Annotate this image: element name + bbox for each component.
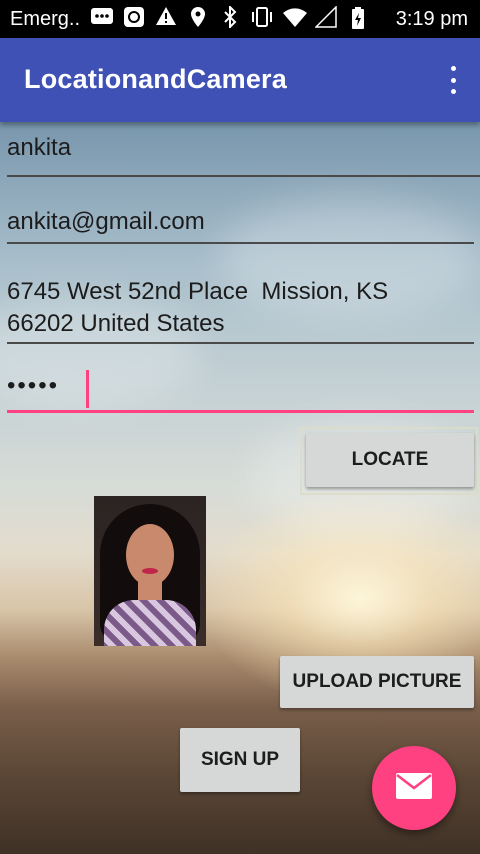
name-field-underline <box>7 175 480 177</box>
carrier-label: Emerg.. <box>10 8 81 30</box>
battery-icon <box>346 6 370 30</box>
profile-photo <box>94 496 206 646</box>
clock: 3:19 pm <box>395 8 468 30</box>
signal-icon <box>314 5 338 30</box>
email-field-underline <box>7 242 474 244</box>
password-field-underline <box>7 410 474 413</box>
name-field[interactable]: ankita <box>7 134 71 162</box>
password-field[interactable]: ••••• <box>7 372 59 400</box>
app-bar: LocationandCamera <box>0 38 480 122</box>
bluetooth-icon <box>218 4 242 30</box>
address-line-1: 6745 West 52nd Place Mission, KS <box>7 278 389 305</box>
message-icon <box>90 6 114 30</box>
location-icon <box>186 6 210 30</box>
email-field[interactable]: ankita@gmail.com <box>7 208 205 236</box>
wifi-icon <box>282 6 307 30</box>
warning-icon <box>154 6 178 30</box>
status-bar: Emerg.. 3:19 pm <box>0 0 480 38</box>
email-fab[interactable] <box>372 746 456 830</box>
locate-button[interactable]: LOCATE <box>306 433 474 487</box>
text-cursor <box>86 370 89 408</box>
overflow-menu-icon[interactable] <box>446 66 460 94</box>
sign-up-button[interactable]: SIGN UP <box>180 728 300 792</box>
vibrate-icon <box>250 6 274 30</box>
email-icon <box>395 772 433 805</box>
sync-icon <box>122 6 146 30</box>
address-field[interactable]: 6745 West 52nd Place Mission, KS 66202 U… <box>7 276 388 340</box>
upload-picture-button[interactable]: UPLOAD PICTURE <box>280 656 474 708</box>
status-icons <box>90 4 370 30</box>
address-field-underline <box>7 342 474 344</box>
address-line-2: 66202 United States <box>7 310 225 337</box>
app-title: LocationandCamera <box>24 64 287 94</box>
